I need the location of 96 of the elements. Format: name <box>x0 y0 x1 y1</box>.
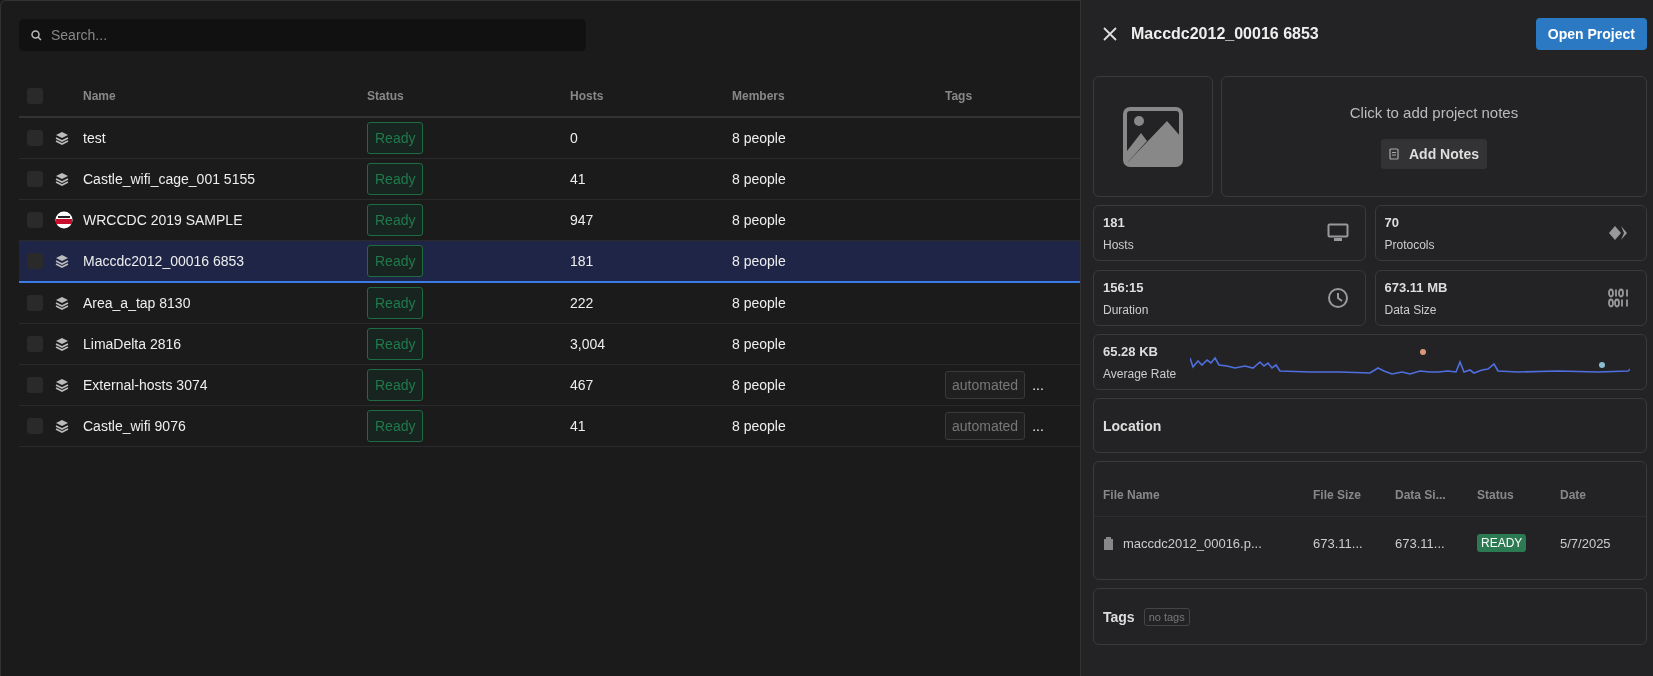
project-name: External-hosts 3074 <box>83 377 208 393</box>
file-date: 5/7/2025 <box>1560 535 1612 551</box>
table-row[interactable]: Maccdc2012_00016 6853 Ready 181 8 people <box>19 241 1080 283</box>
rate-value: 65.28 KB <box>1103 343 1159 359</box>
table-row[interactable]: External-hosts 3074 Ready 467 8 people automated ... <box>19 365 1080 406</box>
search-field[interactable]: Search... <box>19 19 586 51</box>
location-title: Location <box>1103 417 1162 434</box>
row-checkbox[interactable] <box>27 253 43 269</box>
rate-label: Average Rate <box>1103 366 1177 381</box>
table-row[interactable]: Castle_wifi 9076 Ready 41 8 people automated ... <box>19 406 1080 447</box>
binary-icon <box>1608 288 1630 308</box>
project-name: Maccdc2012_00016 6853 <box>83 253 245 269</box>
status-badge: Ready <box>367 204 424 236</box>
hosts-count: 41 <box>570 171 586 187</box>
diamonds-icon <box>1608 225 1630 241</box>
layers-icon <box>55 296 69 310</box>
layers-icon <box>55 131 69 145</box>
status-badge: Ready <box>367 410 424 442</box>
status-badge: READY <box>1477 534 1527 552</box>
stat-label: Protocols <box>1384 237 1435 252</box>
clock-icon <box>1326 287 1349 309</box>
tags-title: Tags <box>1103 608 1135 625</box>
hosts-count: 3,004 <box>570 336 606 352</box>
note-icon <box>1389 148 1399 160</box>
layers-icon <box>55 254 69 268</box>
add-notes-button[interactable]: Add Notes <box>1381 139 1487 169</box>
layers-icon <box>55 337 69 351</box>
monitor-icon <box>1326 223 1349 243</box>
column-header[interactable]: Date <box>1560 488 1646 502</box>
table-row[interactable]: test Ready 0 8 people <box>19 118 1080 159</box>
members-count: 8 people <box>732 336 786 352</box>
layers-icon <box>55 378 69 392</box>
column-header[interactable]: Data Si... <box>1395 488 1477 502</box>
hosts-count: 467 <box>570 377 594 393</box>
status-badge: Ready <box>367 122 424 154</box>
members-count: 8 people <box>732 253 786 269</box>
members-count: 8 people <box>732 171 786 187</box>
hosts-count: 181 <box>570 253 594 269</box>
column-header[interactable]: Members <box>732 89 785 103</box>
table-row[interactable]: LimaDelta 2816 Ready 3,004 8 people <box>19 324 1080 365</box>
members-count: 8 people <box>732 377 786 393</box>
hosts-count: 947 <box>570 212 594 228</box>
status-badge: Ready <box>367 163 424 195</box>
stat-label: Duration <box>1103 302 1149 317</box>
image-placeholder[interactable] <box>1093 76 1213 197</box>
layers-icon <box>55 419 69 433</box>
column-header[interactable]: Status <box>1477 488 1560 502</box>
hosts-count: 222 <box>570 295 594 311</box>
open-project-button[interactable]: Open Project <box>1535 18 1647 50</box>
stat-label: Hosts <box>1103 237 1134 252</box>
hosts-count: 0 <box>570 130 578 146</box>
column-header[interactable]: Status <box>367 89 404 103</box>
close-button[interactable] <box>1103 27 1117 41</box>
notes-card[interactable]: Click to add project notes Add Notes <box>1221 76 1647 197</box>
notes-prompt: Click to add project notes <box>1349 104 1519 121</box>
image-icon <box>1123 106 1183 167</box>
status-badge: Ready <box>367 245 424 277</box>
column-header[interactable]: Name <box>83 89 116 103</box>
status-badge: Ready <box>367 328 424 360</box>
close-icon <box>1103 27 1117 41</box>
table-row[interactable]: Castle_wifi_cage_001 5155 Ready 41 8 people <box>19 159 1080 200</box>
column-header[interactable]: Tags <box>945 89 973 103</box>
project-name: Castle_wifi_cage_001 5155 <box>83 171 255 187</box>
members-count: 8 people <box>732 212 786 228</box>
project-name: Area_a_tap 8130 <box>83 295 191 311</box>
members-count: 8 people <box>732 130 786 146</box>
stat-value: 156:15 <box>1103 279 1145 295</box>
members-count: 8 people <box>732 295 786 311</box>
logo-icon <box>55 211 73 229</box>
status-badge: Ready <box>367 369 424 401</box>
column-header[interactable]: File Name <box>1103 488 1313 502</box>
project-name: LimaDelta 2816 <box>83 336 182 352</box>
tag-chip: automated <box>945 371 1026 399</box>
stat-value: 70 <box>1384 214 1400 230</box>
more-tags[interactable]: ... <box>1032 377 1044 393</box>
table-row[interactable]: Area_a_tap 8130 Ready 222 8 people <box>19 283 1080 324</box>
project-name: WRCCDC 2019 SAMPLE <box>83 212 243 228</box>
file-icon <box>1103 536 1114 550</box>
hosts-count: 41 <box>570 418 586 434</box>
members-count: 8 people <box>732 418 786 434</box>
more-tags[interactable]: ... <box>1032 418 1044 434</box>
no-tags-label: no tags <box>1143 607 1190 626</box>
panel-title: Maccdc2012_00016 6853 <box>1131 25 1320 43</box>
column-header[interactable]: Hosts <box>570 89 604 103</box>
stat-value: 181 <box>1103 214 1126 230</box>
file-size: 673.11... <box>1313 535 1364 551</box>
tag-chip: automated <box>945 412 1026 440</box>
stat-value: 673.11 MB <box>1384 279 1448 295</box>
status-badge: Ready <box>367 287 424 319</box>
stat-label: Data Size <box>1384 302 1438 317</box>
column-header[interactable]: File Size <box>1313 488 1395 502</box>
project-name: test <box>83 130 106 146</box>
data-size: 673.11... <box>1395 535 1446 551</box>
project-name: Castle_wifi 9076 <box>83 418 186 434</box>
file-name[interactable]: maccdc2012_00016.p... <box>1123 535 1262 551</box>
layers-icon <box>55 172 69 186</box>
